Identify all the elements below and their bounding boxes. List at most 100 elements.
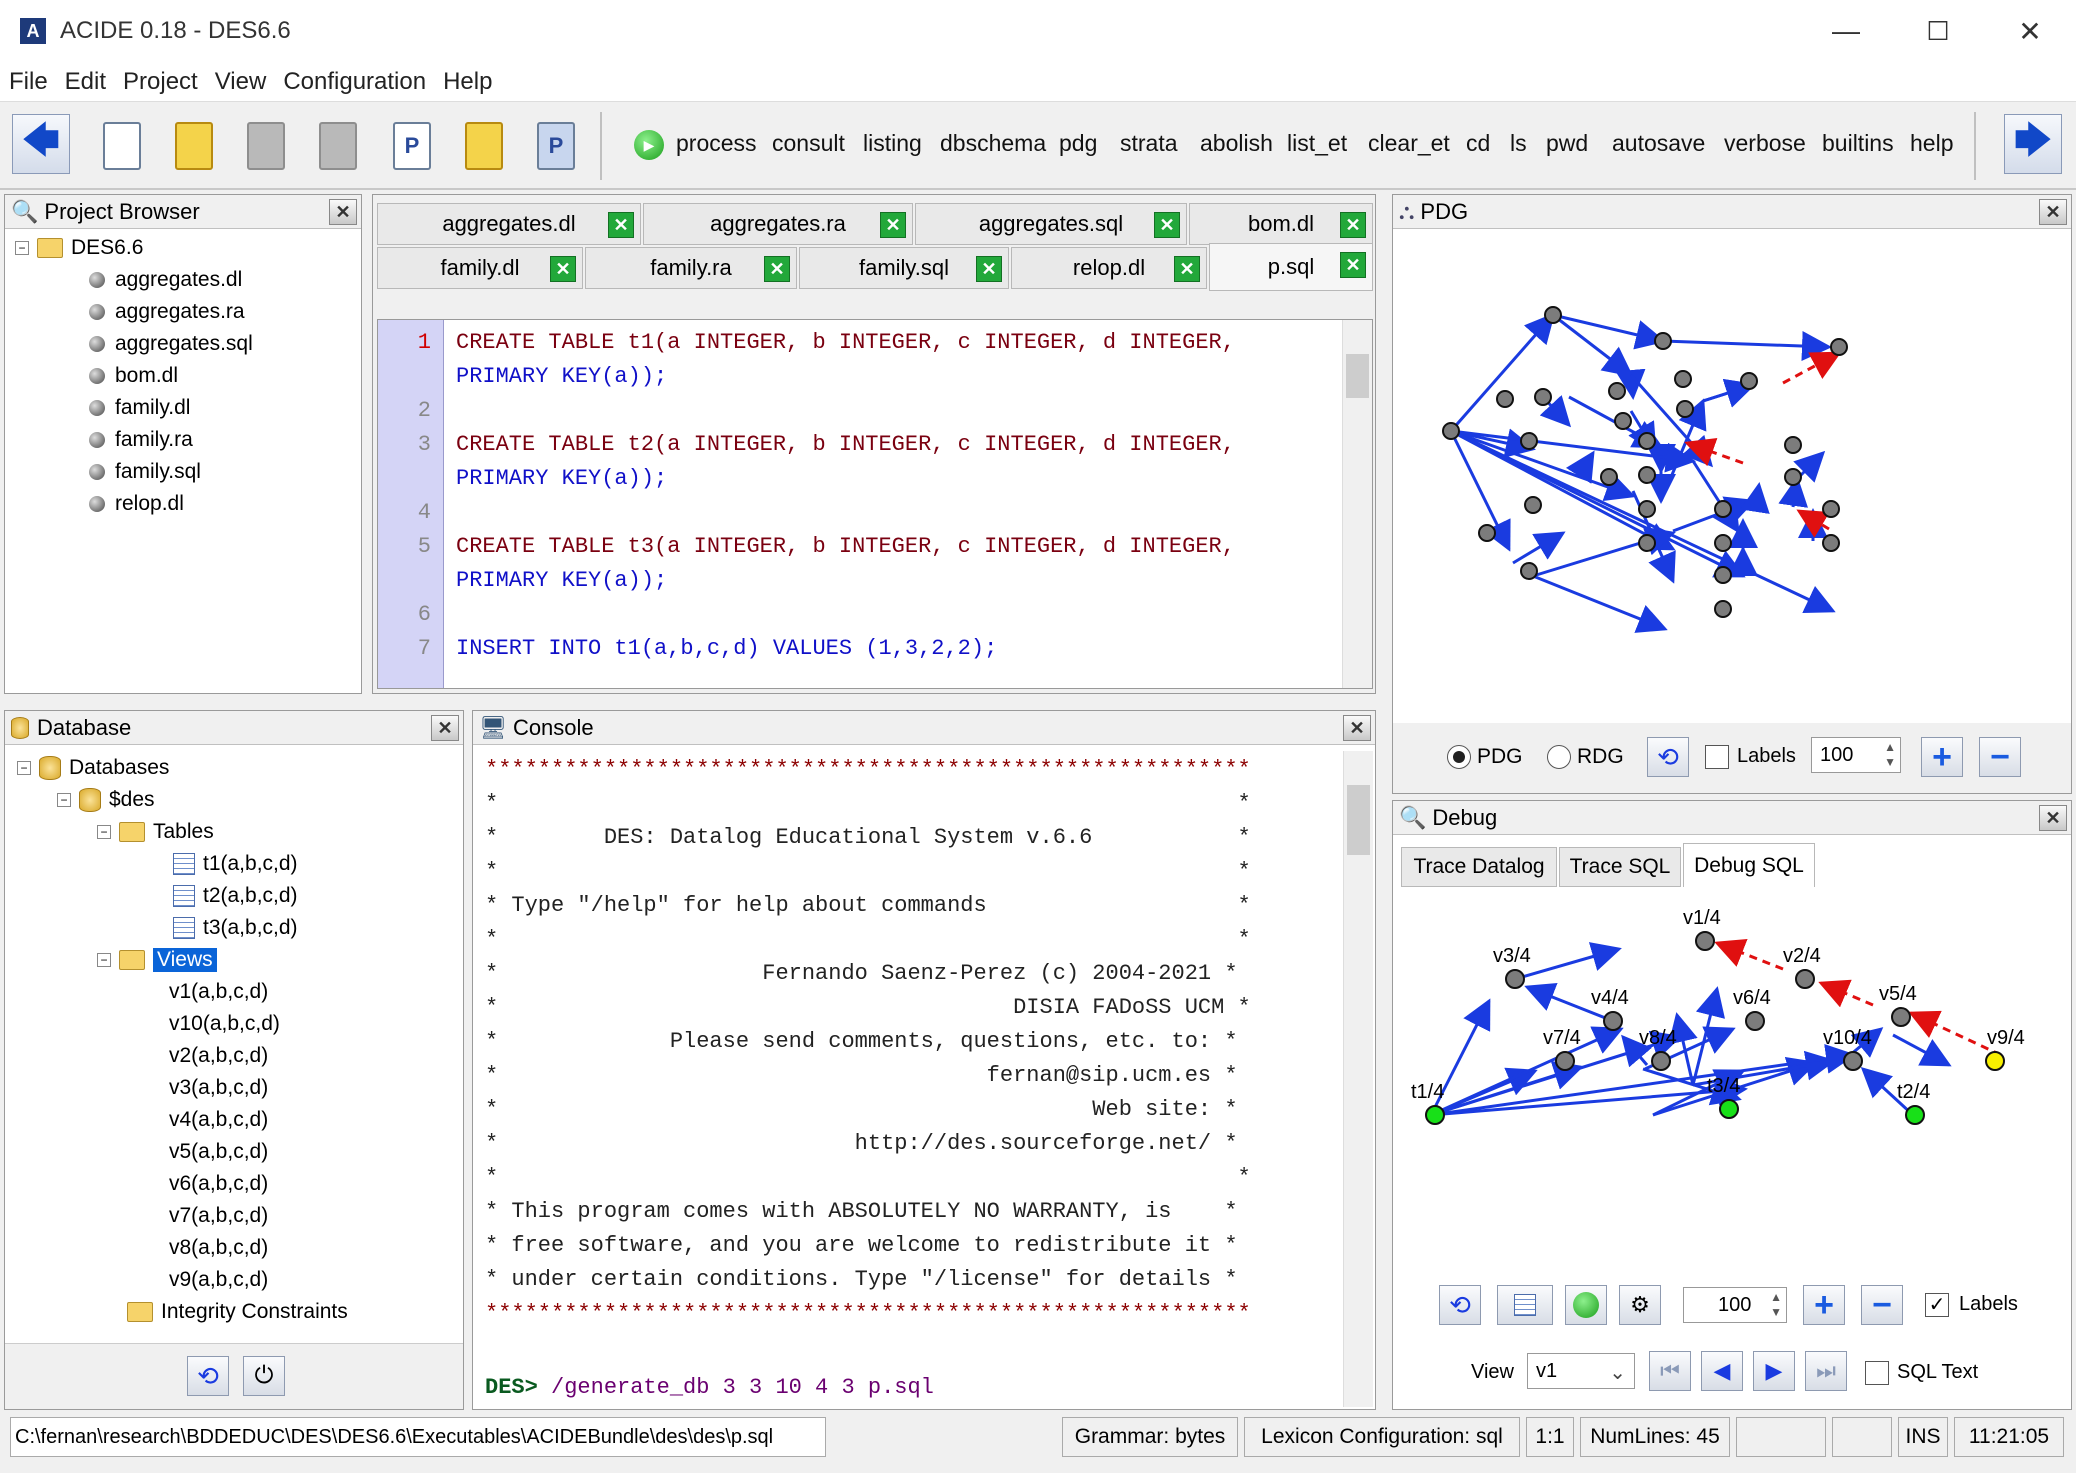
radio-rdg[interactable] xyxy=(1547,745,1571,769)
cmd-consult[interactable]: consult xyxy=(772,130,845,157)
console-scrollbar[interactable] xyxy=(1343,751,1373,1407)
last-icon[interactable]: ⏭ xyxy=(1805,1351,1847,1391)
zoom-out-icon[interactable]: − xyxy=(1861,1285,1903,1325)
file-item[interactable]: family.dl xyxy=(89,395,190,421)
view-item[interactable]: v6(a,b,c,d) xyxy=(169,1171,268,1197)
databases-node[interactable]: − Databases xyxy=(17,755,169,781)
tab-aggregates-sql[interactable]: aggregates.sql ✕ xyxy=(915,203,1187,245)
zoom-out-icon[interactable]: − xyxy=(1979,737,2021,777)
tab-family-ra[interactable]: family.ra ✕ xyxy=(585,247,797,289)
cmd-listing[interactable]: listing xyxy=(863,130,922,157)
cmd-ls[interactable]: ls xyxy=(1510,130,1527,157)
close-icon[interactable]: ✕ xyxy=(2039,805,2067,831)
menu-project[interactable]: Project xyxy=(123,68,198,96)
project-root[interactable]: − DES6.6 xyxy=(15,235,143,261)
next-icon[interactable]: ▶ xyxy=(1753,1351,1795,1391)
view-item[interactable]: v10(a,b,c,d) xyxy=(169,1011,280,1037)
view-item[interactable]: v2(a,b,c,d) xyxy=(169,1043,268,1069)
view-item[interactable]: v5(a,b,c,d) xyxy=(169,1139,268,1165)
table-view-icon[interactable] xyxy=(1497,1285,1553,1325)
tab-relop-dl[interactable]: relop.dl ✕ xyxy=(1011,247,1207,289)
debug-graph[interactable]: v1/4 v2/4 v3/4 v4/4 v5/4 v6/4 v7/4 v8/4 … xyxy=(1393,889,2071,1289)
cmd-verbose[interactable]: verbose xyxy=(1724,130,1806,157)
zoom-in-icon[interactable]: + xyxy=(1921,737,1963,777)
power-icon[interactable]: ⏻ xyxy=(243,1356,285,1396)
back-arrow-button[interactable]: 🡄 xyxy=(12,114,70,174)
close-tab-icon[interactable]: ✕ xyxy=(608,212,634,238)
cmd-help[interactable]: help xyxy=(1910,130,1953,157)
tab-aggregates-ra[interactable]: aggregates.ra ✕ xyxy=(643,203,913,245)
debug-labels-checkbox[interactable]: ✓ xyxy=(1925,1293,1949,1317)
close-tab-icon[interactable]: ✕ xyxy=(880,212,906,238)
view-item[interactable]: v9(a,b,c,d) xyxy=(169,1267,268,1293)
file-item[interactable]: bom.dl xyxy=(89,363,178,389)
refresh-icon[interactable]: ⟲ xyxy=(187,1356,229,1396)
save-all-icon[interactable] xyxy=(312,116,364,176)
forward-arrow-button[interactable]: 🡆 xyxy=(2004,114,2062,174)
new-project-icon[interactable]: P xyxy=(386,116,438,176)
close-tab-icon[interactable]: ✕ xyxy=(1154,212,1180,238)
refresh-icon[interactable]: ⟲ xyxy=(1647,737,1689,777)
view-item[interactable]: v8(a,b,c,d) xyxy=(169,1235,268,1261)
cmd-dbschema[interactable]: dbschema xyxy=(940,130,1046,157)
menu-help[interactable]: Help xyxy=(443,68,492,96)
tab-trace-sql[interactable]: Trace SQL xyxy=(1559,847,1681,887)
tab-p-sql[interactable]: p.sql ✕ xyxy=(1209,243,1373,291)
console-prompt-line[interactable]: DES> /generate_db 3 3 10 4 3 p.sql xyxy=(485,1375,934,1400)
cmd-process[interactable]: process xyxy=(676,130,757,157)
table-item[interactable]: t2(a,b,c,d) xyxy=(173,883,298,909)
labels-checkbox[interactable] xyxy=(1705,745,1729,769)
close-tab-icon[interactable]: ✕ xyxy=(976,256,1002,282)
close-icon[interactable]: ✕ xyxy=(1343,715,1371,741)
new-file-icon[interactable] xyxy=(96,116,148,176)
view-item[interactable]: v4(a,b,c,d) xyxy=(169,1107,268,1133)
cmd-strata[interactable]: strata xyxy=(1120,130,1178,157)
view-item[interactable]: v1(a,b,c,d) xyxy=(169,979,268,1005)
zoom-spinner[interactable]: 100 ▲ ▼ xyxy=(1811,737,1901,773)
view-item[interactable]: v7(a,b,c,d) xyxy=(169,1203,268,1229)
cmd-cd[interactable]: cd xyxy=(1466,130,1490,157)
db-node[interactable]: − $des xyxy=(57,787,155,813)
cmd-autosave[interactable]: autosave xyxy=(1612,130,1705,157)
save-project-icon[interactable]: P xyxy=(530,116,582,176)
views-node[interactable]: − Views xyxy=(97,947,217,973)
tab-family-dl[interactable]: family.dl ✕ xyxy=(377,247,583,289)
tables-node[interactable]: − Tables xyxy=(97,819,214,845)
radio-pdg[interactable] xyxy=(1447,745,1471,769)
file-item[interactable]: aggregates.dl xyxy=(89,267,242,293)
console-output[interactable]: ****************************************… xyxy=(477,751,1341,1407)
close-icon[interactable]: ✕ xyxy=(2039,199,2067,225)
code-editor[interactable]: 1 2 3 4 5 6 7 CREATE TABLE t1(a INTEGER,… xyxy=(377,319,1373,689)
cmd-pdg[interactable]: pdg xyxy=(1059,130,1097,157)
tab-bom-dl[interactable]: bom.dl ✕ xyxy=(1189,203,1373,245)
tab-aggregates-dl[interactable]: aggregates.dl ✕ xyxy=(377,203,641,245)
settings-icon[interactable]: ⚙ xyxy=(1619,1285,1661,1325)
file-item[interactable]: relop.dl xyxy=(89,491,184,517)
menu-view[interactable]: View xyxy=(215,68,267,96)
close-tab-icon[interactable]: ✕ xyxy=(764,256,790,282)
close-icon[interactable]: ✕ xyxy=(329,199,357,225)
close-icon[interactable]: ✕ xyxy=(431,715,459,741)
close-tab-icon[interactable]: ✕ xyxy=(1174,256,1200,282)
table-item[interactable]: t1(a,b,c,d) xyxy=(173,851,298,877)
close-tab-icon[interactable]: ✕ xyxy=(1340,212,1366,238)
menu-edit[interactable]: Edit xyxy=(65,68,106,96)
sql-text-checkbox[interactable] xyxy=(1865,1361,1889,1385)
editor-scrollbar[interactable] xyxy=(1342,320,1372,688)
cmd-list-et[interactable]: list_et xyxy=(1287,130,1347,157)
close-button[interactable]: ✕ xyxy=(1984,0,2076,62)
close-tab-icon[interactable]: ✕ xyxy=(1340,252,1366,278)
view-select[interactable]: v1 ⌄ xyxy=(1527,1353,1635,1389)
tab-debug-sql[interactable]: Debug SQL xyxy=(1683,843,1815,887)
tab-trace-datalog[interactable]: Trace Datalog xyxy=(1401,847,1557,887)
zoom-in-icon[interactable]: + xyxy=(1803,1285,1845,1325)
process-play-icon[interactable]: ▶ xyxy=(634,130,664,160)
cmd-clear-et[interactable]: clear_et xyxy=(1368,130,1450,157)
menu-file[interactable]: File xyxy=(9,68,48,96)
maximize-button[interactable]: ☐ xyxy=(1892,0,1984,62)
minimize-button[interactable]: — xyxy=(1800,0,1892,62)
file-item[interactable]: family.sql xyxy=(89,459,201,485)
run-icon[interactable] xyxy=(1565,1285,1607,1325)
open-file-icon[interactable] xyxy=(168,116,220,176)
constraints-node[interactable]: Integrity Constraints xyxy=(127,1299,348,1325)
